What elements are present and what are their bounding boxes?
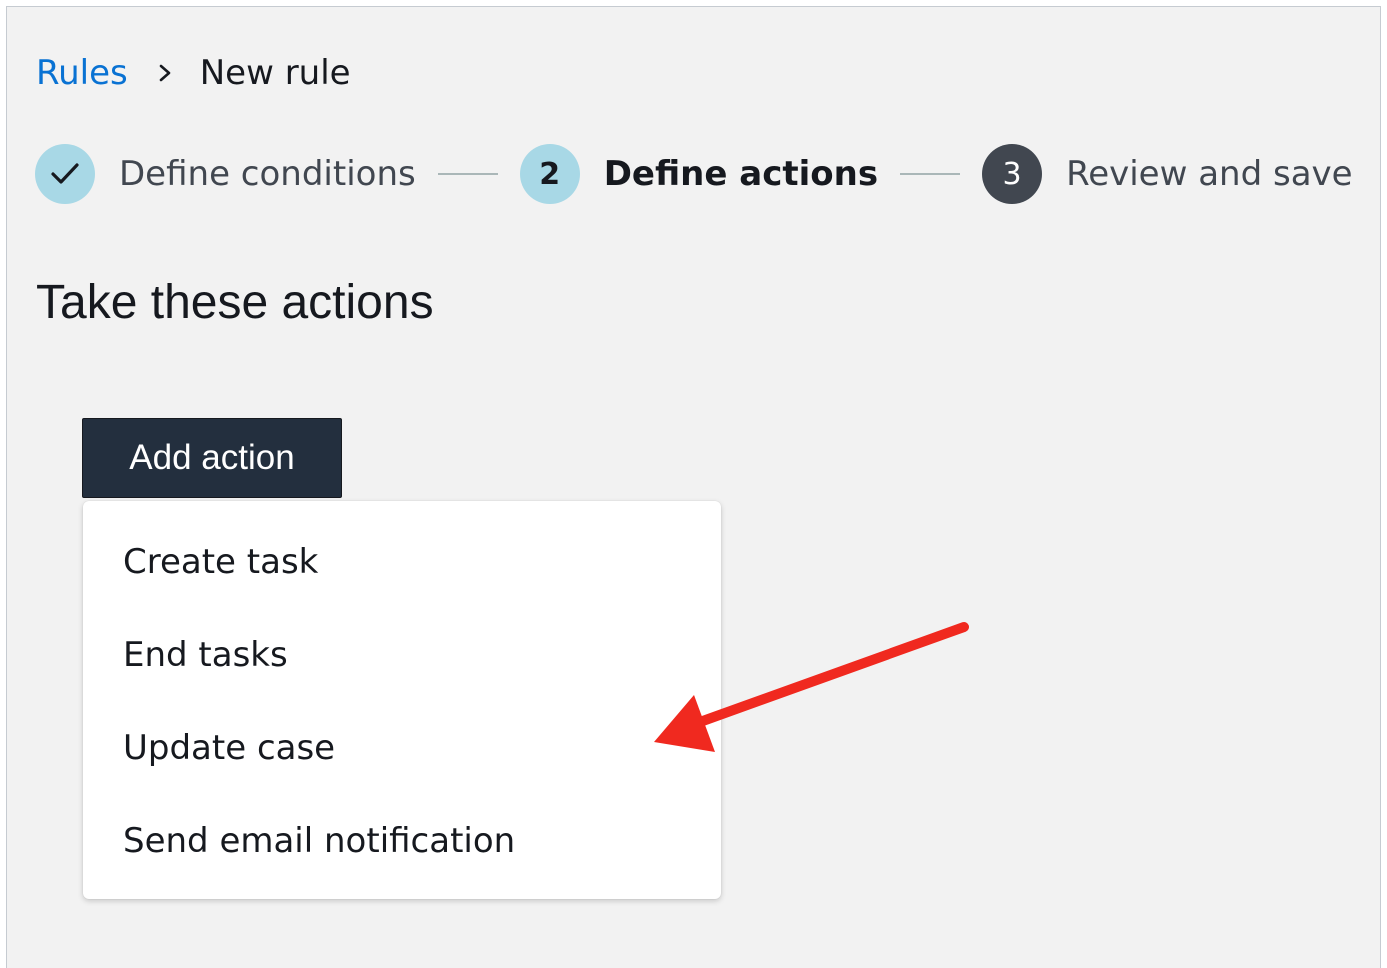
page-title: Take these actions bbox=[36, 276, 434, 329]
menu-item-update-case[interactable]: Update case bbox=[83, 701, 721, 794]
rule-builder-panel: Rules New rule Define conditions 2 Defin… bbox=[6, 6, 1381, 968]
step-2-number: 2 bbox=[519, 144, 580, 204]
step-1-check-icon bbox=[35, 144, 95, 204]
wizard-steps: Define conditions 2 Define actions 3 Rev… bbox=[35, 143, 1353, 205]
step-connector bbox=[437, 173, 498, 175]
add-action-dropdown-menu: Create task End tasks Update case Send e… bbox=[83, 501, 721, 899]
breadcrumb-rules-link[interactable]: Rules bbox=[36, 53, 128, 93]
menu-item-end-tasks[interactable]: End tasks bbox=[83, 608, 721, 701]
step-3-number: 3 bbox=[982, 144, 1043, 204]
breadcrumb: Rules New rule bbox=[36, 51, 351, 95]
chevron-right-icon bbox=[158, 64, 172, 82]
breadcrumb-current: New rule bbox=[199, 53, 351, 93]
menu-item-create-task[interactable]: Create task bbox=[83, 515, 721, 608]
add-action-button[interactable]: Add action bbox=[82, 418, 342, 498]
step-3-label: Review and save bbox=[1066, 154, 1353, 194]
step-connector bbox=[900, 173, 961, 175]
step-1-label: Define conditions bbox=[119, 154, 416, 194]
step-2-label: Define actions bbox=[603, 154, 879, 194]
menu-item-send-email-notification[interactable]: Send email notification bbox=[83, 794, 721, 887]
